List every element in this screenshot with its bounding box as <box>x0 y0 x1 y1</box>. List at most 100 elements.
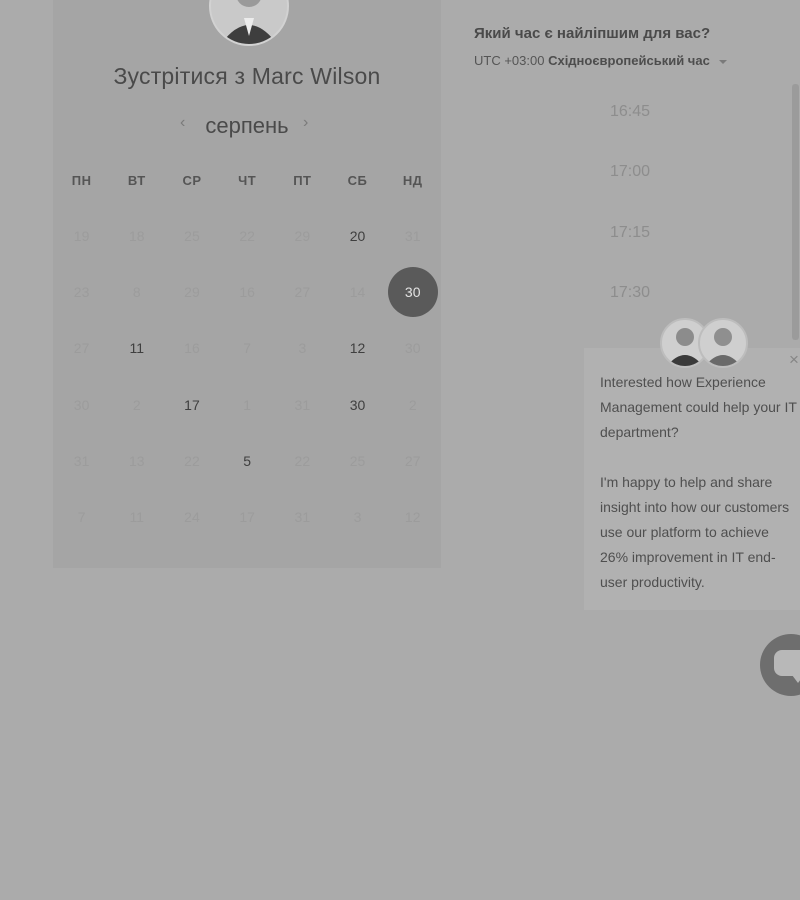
next-month-icon[interactable]: › <box>303 114 308 132</box>
weekday-fri: ПТ <box>293 173 312 188</box>
calendar-day: 2 <box>385 377 440 433</box>
day-number: 29 <box>184 284 200 301</box>
day-number: 22 <box>239 228 255 245</box>
day-number: 1 <box>243 396 252 413</box>
agent-avatars <box>660 318 748 368</box>
day-number: 7 <box>77 509 86 526</box>
calendar-day: 31 <box>275 489 330 545</box>
day-number: 22 <box>184 452 200 469</box>
calendar-day: 16 <box>164 320 219 376</box>
calendar-grid: 19 18 25 22 29 20 31 23 8 29 16 27 14 30 27 11 16 7 3 12 30 3… <box>54 208 440 545</box>
time-question: Який час є найліпшим для вас? <box>474 25 711 42</box>
month-navigation: ‹ серпень › <box>53 112 441 140</box>
day-number: 30 <box>404 284 421 301</box>
day-number: 31 <box>294 509 311 526</box>
calendar-day: 18 <box>109 208 164 264</box>
weekday-mon: ПН <box>71 173 92 188</box>
day-number: 5 <box>243 452 252 469</box>
time-slot-list: 16:45 17:00 17:15 17:30 <box>470 91 790 332</box>
booking-title: Зустрітися з Marc Wilson <box>113 63 381 89</box>
month-label: серпень <box>205 113 289 138</box>
calendar-day: 31 <box>275 377 330 433</box>
day-number: 16 <box>239 284 255 301</box>
calendar-day: 27 <box>54 320 109 376</box>
close-icon[interactable]: × <box>789 350 799 370</box>
calendar-day: 8 <box>109 264 164 320</box>
calendar-day: 14 <box>330 264 385 320</box>
day-number: 23 <box>73 284 90 301</box>
calendar-day: 27 <box>385 433 440 489</box>
day-number: 25 <box>184 228 200 245</box>
calendar-day[interactable]: 12 <box>330 320 385 376</box>
weekday-wed: СР <box>182 173 202 188</box>
day-number: 18 <box>128 228 145 245</box>
chat-launcher-button[interactable] <box>760 634 800 696</box>
time-slot[interactable]: 16:45 <box>470 91 790 151</box>
time-slot[interactable]: 17:15 <box>470 212 790 272</box>
day-number: 13 <box>128 452 145 469</box>
calendar-day: 31 <box>54 433 109 489</box>
day-number: 25 <box>349 452 366 469</box>
day-number: 27 <box>73 340 90 357</box>
day-number: 11 <box>129 340 145 357</box>
timezone-offset: UTC +03:00 <box>474 53 545 68</box>
timezone-name: Східноєвропейський час <box>548 53 710 68</box>
day-number: 31 <box>294 396 311 413</box>
chat-message-paragraph: I'm happy to help and share insight into… <box>600 474 790 590</box>
day-number: 19 <box>73 228 90 245</box>
calendar-day: 30 <box>385 320 440 376</box>
agent-avatar <box>698 318 748 368</box>
day-number: 12 <box>349 340 366 357</box>
calendar-day: 24 <box>164 489 219 545</box>
calendar-day[interactable]: 5 <box>220 433 275 489</box>
calendar-day: 1 <box>220 377 275 433</box>
time-slot[interactable]: 17:00 <box>470 151 790 211</box>
calendar-day[interactable]: 11 <box>109 320 164 376</box>
calendar-day: 25 <box>164 208 219 264</box>
day-number: 31 <box>73 452 90 469</box>
calendar-day: 23 <box>54 264 109 320</box>
calendar-day: 7 <box>220 320 275 376</box>
chat-message-paragraph: Interested how Experience Management cou… <box>600 374 797 440</box>
day-number: 14 <box>349 284 366 301</box>
calendar-day: 29 <box>275 208 330 264</box>
calendar-day: 31 <box>385 208 440 264</box>
timezone-selector[interactable]: UTC +03:00 Східноєвропейський час <box>474 53 728 68</box>
weekday-sat: СБ <box>347 173 368 188</box>
day-number: 27 <box>294 284 311 301</box>
day-number: 11 <box>129 509 145 526</box>
day-number: 2 <box>132 396 141 413</box>
day-number: 24 <box>184 509 200 526</box>
time-slots-scrollbar[interactable] <box>792 84 799 340</box>
calendar-day[interactable]: 30 <box>330 377 385 433</box>
day-number: 8 <box>132 284 141 301</box>
calendar-day-selected[interactable]: 30 <box>385 264 440 320</box>
day-number: 3 <box>298 340 307 357</box>
calendar-day: 22 <box>164 433 219 489</box>
weekday-header: ПН ВТ СР ЧТ ПТ СБ НД <box>54 173 440 188</box>
calendar-day: 19 <box>54 208 109 264</box>
calendar-day: 22 <box>220 208 275 264</box>
calendar-day: 3 <box>275 320 330 376</box>
calendar-day: 17 <box>220 489 275 545</box>
calendar-day[interactable]: 20 <box>330 208 385 264</box>
day-number: 30 <box>73 396 90 413</box>
chat-popup-message: Interested how Experience Management cou… <box>600 370 800 620</box>
day-number: 16 <box>184 340 200 357</box>
weekday-tue: ВТ <box>127 173 146 188</box>
day-number: 3 <box>353 509 362 526</box>
calendar-day: 7 <box>54 489 109 545</box>
calendar-day: 22 <box>275 433 330 489</box>
chevron-down-icon <box>719 59 728 64</box>
day-number: 17 <box>184 396 200 413</box>
day-number: 30 <box>349 396 366 413</box>
day-number: 20 <box>349 228 366 245</box>
day-number: 17 <box>239 509 255 526</box>
weekday-thu: ЧТ <box>238 173 257 188</box>
calendar-day: 27 <box>275 264 330 320</box>
day-number: 27 <box>404 452 421 469</box>
calendar-day: 29 <box>164 264 219 320</box>
calendar-day[interactable]: 17 <box>164 377 219 433</box>
calendar-day: 30 <box>54 377 109 433</box>
day-number: 30 <box>404 340 421 357</box>
